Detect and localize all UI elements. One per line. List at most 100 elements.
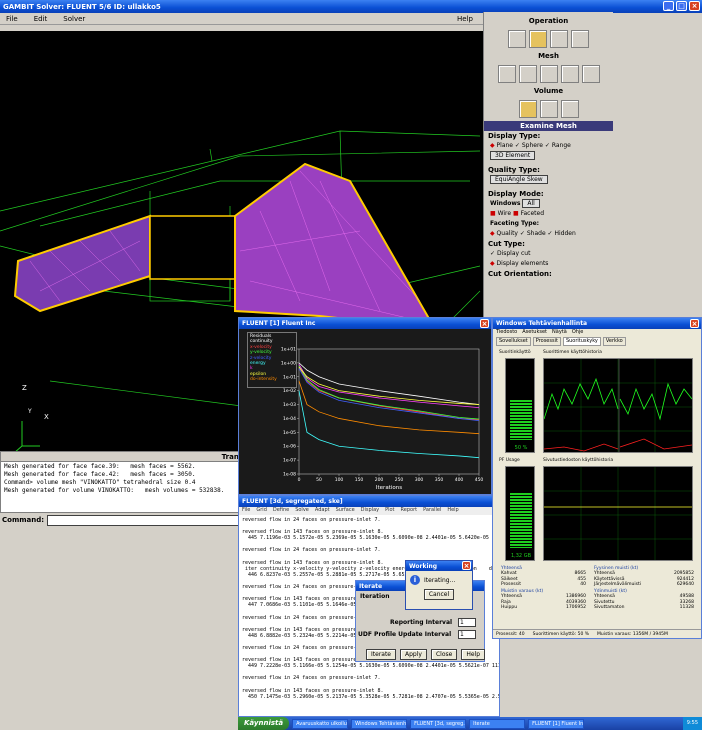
mesh-heading: Mesh [538,52,559,60]
close-button[interactable]: × [690,319,699,328]
iterate-title: Iterate [359,582,383,590]
fluent-menu-item[interactable]: Parallel [423,507,441,515]
fluent-menu-item[interactable]: Grid [256,507,267,515]
element-row: 3D Element [484,151,613,165]
fluent-menu-item[interactable]: Report [401,507,418,515]
all-button[interactable]: All [522,199,540,208]
wire-checkbox[interactable]: Wire [498,210,512,217]
group-mesh-button[interactable] [581,65,600,83]
help-button[interactable]: Help [461,649,486,660]
maximize-button[interactable]: □ [676,1,687,11]
x-tick-label: 450 [475,477,484,483]
task-manager-tab[interactable]: Sovellukset [496,337,531,346]
start-button[interactable]: Käynnistä [238,717,290,730]
sphere-radio[interactable]: Sphere [522,142,543,149]
task-manager-tab[interactable]: Suorituskyky [562,337,601,346]
fluent-menu-item[interactable]: Help [447,507,458,515]
mesh-tools [484,65,613,83]
residuals-chart: 1e+01 1e+00 1e-01 1e-02 1e-03 1e-04 1e-05 1e-06… [281,347,484,492]
plane-radio[interactable]: Plane [497,142,513,149]
y-tick-label: 1e-04 [283,416,296,422]
face-mesh-button[interactable] [539,65,558,83]
series-line-continuity [298,362,480,405]
menu-solver[interactable]: Solver [63,15,85,23]
element-dropdown[interactable]: 3D Element [490,151,536,160]
memory-stats-bottom: Muistin varaus (kt) Yhteensä 1386960 Raja 40… [501,589,696,610]
display-elements-radio[interactable]: Display elements [497,260,549,267]
display-cut-radio[interactable]: Display cut [497,250,530,257]
quality-dropdown[interactable]: EquiAngle Skew [490,175,548,184]
task-manager-menu-item[interactable]: Näytä [552,329,567,337]
fluent-menu-item[interactable]: Solve [295,507,309,515]
taskbar-item[interactable]: Avaruuskatto ulkoilu [292,718,349,729]
pf-history-graph [543,466,693,561]
stat-value: 11328 [679,605,694,611]
working-title-bar: Working × [406,561,472,571]
totals-group: Yhteensä Kahvat 8665 Säikeet 455 Prosessit 40 [501,566,586,587]
mesh-surface [13,162,437,331]
fluent-menu-item[interactable]: Display [361,507,379,515]
smooth-volumes-button[interactable] [539,100,558,118]
cpu-usage-value: 50 % [514,445,528,451]
tools-tool-button[interactable] [571,30,589,48]
cancel-button[interactable]: Cancel [423,589,455,600]
udf-interval-input[interactable]: 1 [458,630,476,639]
task-manager-tab[interactable]: Prosessit [532,337,561,346]
operation-tools [484,30,613,48]
close-dialog-button[interactable]: Close [430,649,458,660]
faceted-checkbox[interactable]: Faceted [521,210,544,217]
fluent-menu-item[interactable]: Adapt [315,507,330,515]
close-button[interactable]: × [480,319,489,328]
mesh-tool-button[interactable] [529,30,547,48]
task-manager-menu-item[interactable]: Asetukset [522,329,547,337]
stat-value: 40 [580,581,586,587]
task-manager-status-bar: Prosessit: 40 Suorittimen käyttö: 50 % Mui… [493,629,701,638]
task-manager-menu-item[interactable]: Ohje [572,329,584,337]
task-manager-window: Windows Tehtävienhallinta × Tiedosto Aset… [492,317,702,639]
fluent-menu-item[interactable]: Surface [336,507,355,515]
system-tray-clock: 9:55 [682,717,702,730]
windows-label: Windows [490,200,521,207]
taskbar-item[interactable]: FLUENT [3d, segreg... [410,718,467,729]
fluent-menu-item[interactable]: Define [273,507,289,515]
menu-file[interactable]: File [6,15,18,23]
close-button[interactable]: × [462,561,471,570]
task-manager-tab[interactable]: Verkko [602,337,626,346]
pf-usage-fill [510,493,532,548]
operation-panel: Operation Mesh Volume Examine Mesh Displ… [483,12,613,332]
display-mode-label: Display Mode: [488,190,544,198]
boundary-layer-button[interactable] [497,65,516,83]
reporting-interval-input[interactable]: 1 [458,618,476,627]
task-manager-menu-item[interactable]: Tiedosto [496,329,517,337]
zones-tool-button[interactable] [550,30,568,48]
edge-mesh-button[interactable] [518,65,537,83]
menu-help[interactable]: Help [457,15,473,23]
commit-charge-group: Muistin varaus (kt) Yhteensä 1386960 Raja 40… [501,589,586,610]
close-button[interactable]: × [689,1,700,11]
minimize-button[interactable]: _ [663,1,674,11]
windows-row: Windows All [484,199,613,209]
hidden-radio[interactable]: Hidden [554,230,575,237]
fluent-menu-item[interactable]: File [242,507,250,515]
apply-button[interactable]: Apply [400,649,427,660]
range-radio[interactable]: Range [552,142,571,149]
console-line: 449 7.2228e-03 5.1166e-05 5.1254e-05 5.1… [248,663,499,670]
taskbar-item[interactable]: Iterate [469,718,526,729]
cpu-history-graph [543,358,693,453]
display-type-options: ◆ Plane ✓ Sphere ✓ Range [490,142,571,149]
fluent-menu-item[interactable]: Plot [385,507,394,515]
taskbar-item[interactable]: FLUENT [1] Fluent Inc [528,718,585,729]
cpu-history-label: Suorittimen käyttöhistoria [543,350,602,355]
examine-mesh-button[interactable] [560,100,579,118]
cut-type-label: Cut Type: [488,240,525,248]
geometry-tool-button[interactable] [508,30,526,48]
taskbar-item[interactable]: Windows Tehtävienh... [351,718,408,729]
iterate-button[interactable]: Iterate [366,649,397,660]
shade-radio[interactable]: Shade [527,230,546,237]
quality-radio[interactable]: Quality [497,230,518,237]
menu-edit[interactable]: Edit [34,15,48,23]
mesh-volumes-button[interactable] [518,100,537,118]
y-tick-label: 1e+00 [281,360,296,366]
volume-mesh-button[interactable] [560,65,579,83]
x-tick-label: 250 [395,477,404,483]
